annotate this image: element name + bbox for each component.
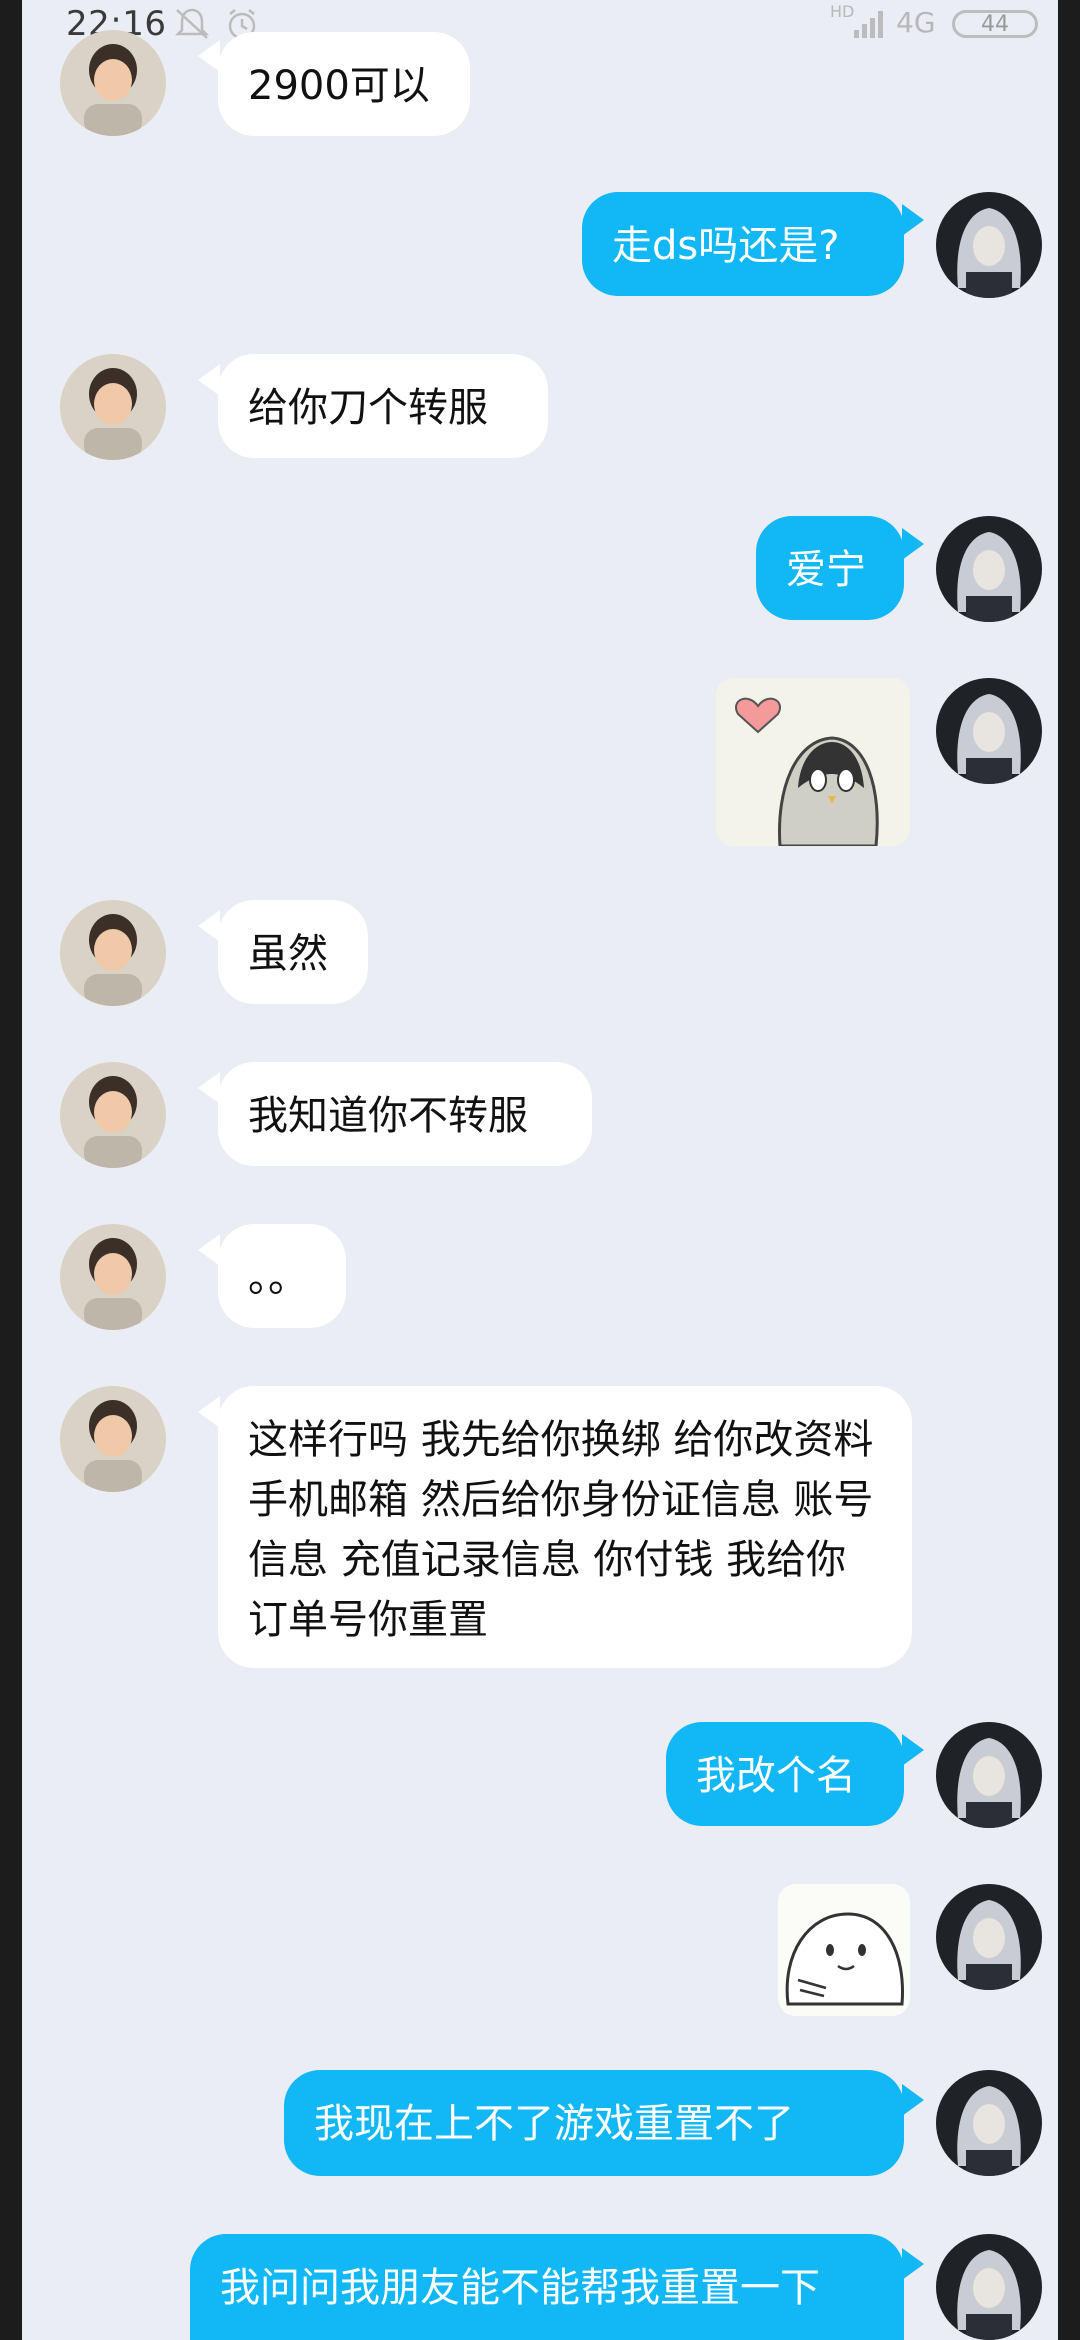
bubble-tail	[902, 204, 924, 236]
notifications-muted-icon	[174, 8, 210, 39]
my-avatar[interactable]	[936, 1884, 1042, 1990]
my-avatar[interactable]	[936, 2234, 1042, 2340]
blob-icon	[778, 1884, 910, 2016]
my-avatar[interactable]	[936, 516, 1042, 622]
message-bubble[interactable]: 2900可以	[218, 32, 470, 136]
bubble-tail	[198, 910, 220, 942]
message-bubble[interactable]: 我改个名	[666, 1722, 904, 1826]
contact-avatar-image	[60, 30, 166, 136]
contact-avatar[interactable]	[60, 1224, 166, 1330]
message-bubble[interactable]: 我知道你不转服	[218, 1062, 592, 1166]
contact-avatar-image	[60, 354, 166, 460]
message-bubble[interactable]: 给你刀个转服	[218, 354, 548, 458]
contact-avatar-image	[60, 1062, 166, 1168]
contact-avatar[interactable]	[60, 1386, 166, 1492]
contact-avatar-image	[60, 1386, 166, 1492]
my-avatar[interactable]	[936, 192, 1042, 298]
contact-avatar[interactable]	[60, 354, 166, 460]
blob-sticker[interactable]	[778, 1884, 910, 2016]
bubble-tail	[902, 2248, 924, 2280]
bubble-tail	[902, 2084, 924, 2116]
bubble-tail	[902, 528, 924, 560]
bubble-tail	[198, 1072, 220, 1104]
my-avatar[interactable]	[936, 1722, 1042, 1828]
my-avatar-image	[936, 2234, 1042, 2340]
my-avatar-image	[936, 1722, 1042, 1828]
my-avatar[interactable]	[936, 2070, 1042, 2176]
my-avatar-image	[936, 192, 1042, 298]
contact-avatar-image	[60, 900, 166, 1006]
message-bubble[interactable]: 爱宁	[756, 516, 904, 620]
message-bubble[interactable]: 这样行吗 我先给你换绑 给你改资料 手机邮箱 然后给你身份证信息 账号信息 充值…	[218, 1386, 912, 1668]
bubble-tail	[198, 1234, 220, 1266]
message-bubble[interactable]: 。。	[218, 1224, 346, 1328]
network-type: 4G	[896, 6, 936, 39]
message-bubble[interactable]: 我问问我朋友能不能帮我重置一下	[190, 2234, 904, 2340]
my-avatar-image	[936, 2070, 1042, 2176]
message-bubble[interactable]: 虽然	[218, 900, 368, 1004]
bubble-tail	[198, 1396, 220, 1428]
contact-avatar[interactable]	[60, 900, 166, 1006]
penguin-heart-sticker[interactable]	[716, 678, 910, 846]
message-bubble[interactable]: 走ds吗还是?	[582, 192, 904, 296]
bubble-tail	[198, 364, 220, 396]
signal-icon	[854, 11, 883, 38]
contact-avatar[interactable]	[60, 30, 166, 136]
message-bubble[interactable]: 我现在上不了游戏重置不了	[284, 2070, 904, 2176]
bubble-tail	[198, 40, 220, 72]
my-avatar[interactable]	[936, 678, 1042, 784]
battery-level: 44	[981, 12, 1009, 37]
bubble-tail	[902, 1734, 924, 1766]
chat-screen: 22:16 HD 4G 44 2900可以 走ds吗还是? 给你刀个转服 爱宁 …	[22, 0, 1058, 2340]
contact-avatar-image	[60, 1224, 166, 1330]
battery-icon: 44	[952, 10, 1038, 38]
contact-avatar[interactable]	[60, 1062, 166, 1168]
penguin-heart-icon	[716, 678, 910, 846]
my-avatar-image	[936, 678, 1042, 784]
my-avatar-image	[936, 1884, 1042, 1990]
my-avatar-image	[936, 516, 1042, 622]
status-bar: 22:16 HD 4G 44	[22, 0, 1058, 48]
